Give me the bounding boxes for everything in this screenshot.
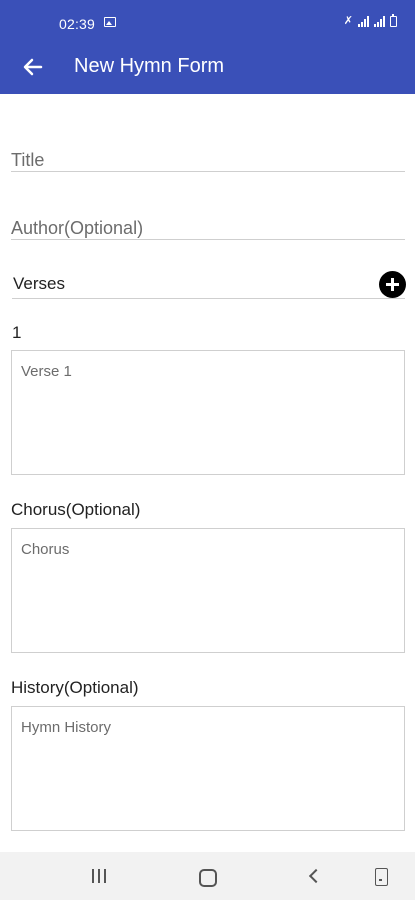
history-input[interactable] <box>11 706 405 831</box>
title-input[interactable] <box>11 150 405 171</box>
add-verse-button[interactable] <box>379 271 406 298</box>
verses-header: Verses <box>12 270 406 299</box>
status-bar: 02:39 ✗ <box>0 0 415 38</box>
title-field-wrapper <box>11 150 405 172</box>
recent-apps-icon <box>92 869 94 883</box>
mute-icon: ✗ <box>343 15 353 27</box>
arrow-left-icon <box>23 58 43 76</box>
page-title: New Hymn Form <box>74 55 225 77</box>
keyboard-toggle-button[interactable] <box>368 864 394 890</box>
home-button[interactable] <box>194 864 220 890</box>
author-field-wrapper <box>11 218 405 240</box>
recent-apps-icon-bar <box>104 869 106 883</box>
signal-icon <box>374 16 385 27</box>
chorus-input[interactable] <box>11 528 405 653</box>
battery-icon <box>390 14 397 27</box>
app-bar: New Hymn Form <box>0 38 415 94</box>
status-time: 02:39 <box>59 16 96 32</box>
back-button[interactable] <box>20 54 46 80</box>
history-label: History(Optional) <box>11 678 139 697</box>
recent-apps-button[interactable] <box>86 864 112 890</box>
status-icons: ✗ <box>343 14 397 27</box>
verse-number: 1 <box>12 323 22 342</box>
author-input[interactable] <box>11 218 405 239</box>
system-nav-bar <box>0 852 415 900</box>
chorus-label: Chorus(Optional) <box>11 500 141 519</box>
recent-apps-icon-bar <box>98 869 100 883</box>
signal-icon <box>358 16 369 27</box>
nav-back-button[interactable] <box>302 864 328 890</box>
verse-input[interactable] <box>11 350 405 475</box>
image-icon <box>104 17 116 27</box>
verses-label: Verses <box>13 274 65 293</box>
